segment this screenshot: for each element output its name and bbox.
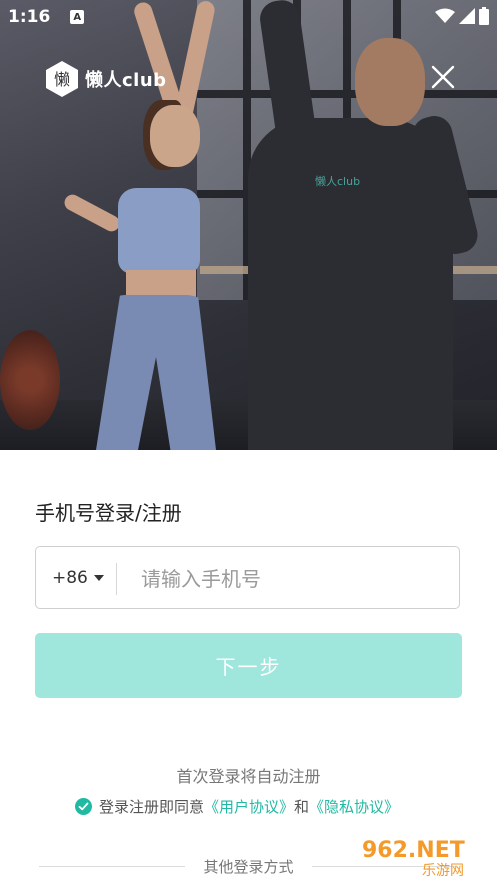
man-head [355,38,425,126]
brand-name: 懒人club [85,70,167,91]
phone-field: +86 [35,546,460,609]
woman-head [150,105,200,167]
hexagon-logo-icon: 懒 [46,61,78,97]
next-button[interactable]: 下一步 [35,633,462,698]
agreement-row: 登录注册即同意 《用户协议》 和 《隐私协议》 [75,796,399,817]
caret-down-icon [93,575,104,581]
site-watermark: 962.NET 乐游网 [362,838,465,879]
close-icon[interactable] [430,64,456,90]
divider-line [39,866,186,867]
watermark-sub: 乐游网 [422,863,464,879]
brand-logo: 懒 懒人club [45,60,167,98]
status-bar: 1:16 A [0,0,497,34]
country-code: +86 [52,568,88,588]
wifi-icon [435,8,455,23]
battery-icon [479,7,489,25]
woman-arm [61,191,123,235]
phone-input[interactable] [139,561,443,597]
shirt-logo: 懒人club [315,175,361,188]
agreement-and: 和 [294,798,310,816]
status-time: 1:16 [8,7,51,27]
privacy-policy-link[interactable]: 《隐私协议》 [309,796,399,817]
page-title: 手机号登录/注册 [35,501,182,525]
woman-top [118,188,200,274]
notification-icon: A [70,10,85,24]
checkmark-icon[interactable] [75,798,92,815]
signal-icon [459,8,475,24]
agreement-prefix: 登录注册即同意 [99,798,205,816]
weight-plate [0,330,60,430]
logo-char: 懒 [54,70,70,89]
other-login-label: 其他登录方式 [203,858,294,876]
woman-waist [126,270,196,298]
watermark-site: 962.NET [362,838,465,863]
country-code-selector[interactable]: +86 [52,568,104,588]
user-agreement-link[interactable]: 《用户协议》 [204,796,294,817]
status-icons [435,7,489,25]
auto-register-hint: 首次登录将自动注册 [176,767,321,786]
divider [116,563,117,595]
